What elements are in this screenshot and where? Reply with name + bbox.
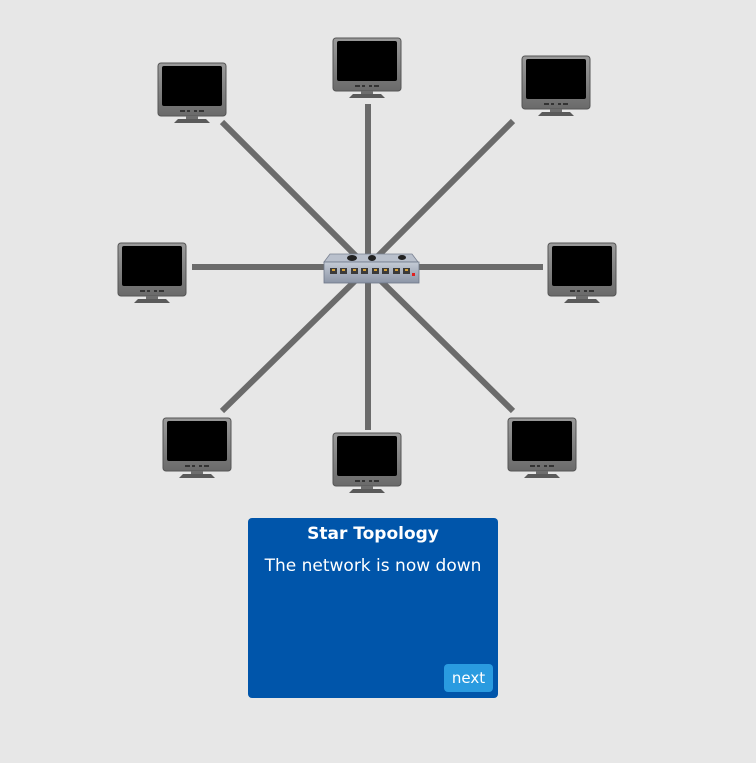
- info-title: Star Topology: [307, 524, 439, 544]
- computer-monitor-icon: [157, 62, 227, 124]
- computer-monitor-icon: [332, 432, 402, 494]
- computer-monitor-icon: [507, 417, 577, 479]
- info-message: The network is now down: [264, 556, 482, 576]
- next-button[interactable]: next: [444, 664, 493, 692]
- link-bottom-right: [375, 275, 516, 414]
- info-box: Star Topology The network is now down ne…: [248, 518, 498, 698]
- computer-monitor-icon: [521, 55, 591, 117]
- computer-monitor-icon: [332, 37, 402, 99]
- link-top-right: [375, 118, 516, 259]
- computer-monitor-icon: [547, 242, 617, 304]
- computer-monitor-icon: [162, 417, 232, 479]
- link-bottom-left: [219, 275, 361, 414]
- link-top-left: [219, 119, 361, 261]
- network-switch-icon: [323, 253, 420, 284]
- computer-monitor-icon: [117, 242, 187, 304]
- star-topology-diagram: [117, 37, 617, 494]
